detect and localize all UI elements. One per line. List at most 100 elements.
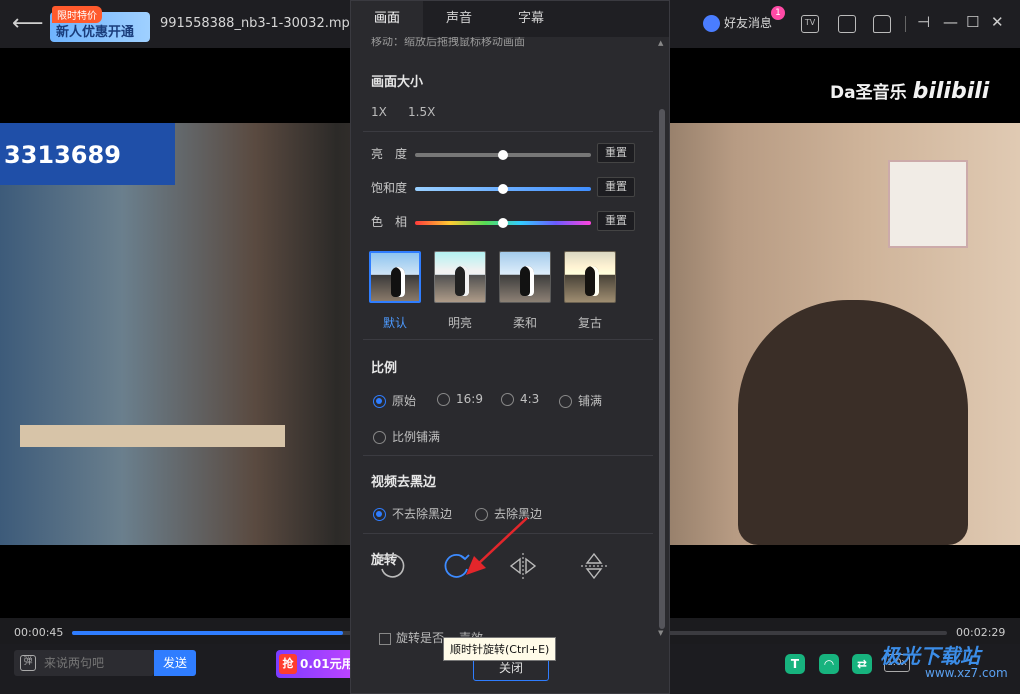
hue-knob[interactable] [498, 218, 508, 228]
site-watermark-url: www.xz7.com [925, 666, 1008, 680]
tv-cast-icon[interactable]: TV [801, 15, 819, 33]
video-sign: 3313689 [0, 123, 175, 185]
lock-icon[interactable] [873, 15, 891, 33]
ratio-4-3[interactable]: 4:3 [501, 392, 539, 406]
watermark-text: Da圣音乐 [830, 83, 907, 103]
rotate-tooltip: 顺时针旋转(Ctrl+E) [443, 637, 557, 661]
panel-tabs: 画面 声音 字幕 [351, 1, 669, 37]
filter-bright[interactable]: 明亮 [434, 251, 486, 331]
hue-reset-button[interactable]: 重置 [597, 211, 635, 231]
panel-content: 移动：缩放后拖拽鼠标移动画面 画面大小 1X 1.5X 亮 度 重置 饱和度 重… [351, 37, 669, 637]
chat-bubble-icon [703, 15, 720, 32]
ratio-title: 比例 [371, 361, 398, 376]
maximize-icon[interactable]: ☐ [966, 13, 979, 31]
ratio-fill[interactable]: 铺满 [559, 392, 602, 409]
tab-picture[interactable]: 画面 [351, 1, 423, 37]
rotate-counterclockwise-icon[interactable] [375, 549, 409, 583]
saturation-label: 饱和度 [371, 181, 408, 195]
pan-hint-text: 移动：缩放后拖拽鼠标移动画面 [371, 37, 525, 48]
scroll-up-icon[interactable]: ▲ [658, 39, 663, 47]
scroll-thumb[interactable] [659, 109, 665, 629]
cloud-icon[interactable]: ◠ [819, 654, 839, 674]
video-table [20, 425, 285, 447]
filter-retro[interactable]: 复古 [564, 251, 616, 331]
divider [363, 533, 653, 534]
radio-label: 不去除黑边 [392, 507, 453, 521]
text-tool-icon[interactable]: T [785, 654, 805, 674]
divider [905, 16, 906, 32]
ratio-16-9[interactable]: 16:9 [437, 392, 483, 406]
radio-dot [437, 393, 450, 406]
send-button[interactable]: 发送 [154, 650, 196, 676]
back-arrow-icon[interactable]: ⟵ [12, 12, 44, 36]
current-time: 00:00:45 [14, 626, 64, 639]
filter-soft[interactable]: 柔和 [499, 251, 551, 331]
settings-panel: 画面 声音 字幕 移动：缩放后拖拽鼠标移动画面 画面大小 1X 1.5X 亮 度… [350, 0, 670, 694]
progress-fill [72, 631, 344, 635]
transfer-icon[interactable]: ⇄ [852, 654, 872, 674]
brightness-reset-button[interactable]: 重置 [597, 143, 635, 163]
video-poster [888, 160, 968, 248]
video-person [738, 300, 968, 545]
deal-button[interactable]: 抢 0.01元用 [276, 650, 356, 678]
filter-default[interactable]: 默认 [369, 251, 421, 331]
filter-name: 默认 [382, 316, 407, 330]
hue-slider[interactable] [415, 218, 591, 228]
brightness-knob[interactable] [498, 150, 508, 160]
size-option-1x[interactable]: 1X [371, 105, 387, 119]
radio-label: 16:9 [456, 392, 483, 406]
ratio-original[interactable]: 原始 [373, 392, 416, 409]
friend-messages-button[interactable]: 好友消息 [703, 14, 772, 32]
filter-thumbnail [369, 251, 421, 303]
rotate-clockwise-icon[interactable] [440, 549, 474, 583]
flip-horizontal-icon[interactable] [506, 549, 540, 583]
danmaku-box: 弹 [14, 650, 154, 676]
tab-sound[interactable]: 声音 [423, 1, 495, 37]
ratio-proportional-fill[interactable]: 比例铺满 [373, 428, 440, 445]
checkbox-box [379, 632, 391, 645]
bilibili-logo: bilibili [912, 79, 990, 104]
filter-thumbnail [564, 251, 616, 303]
radio-dot [373, 508, 386, 521]
panel-scrollbar[interactable]: ▲ ▼ [657, 37, 667, 637]
pin-icon[interactable]: ⊣ [917, 13, 930, 31]
picture-in-picture-icon[interactable] [838, 15, 856, 33]
radio-dot [373, 395, 386, 408]
radio-dot [559, 395, 572, 408]
deal-text: 0.01元用 [300, 657, 354, 671]
file-name: 991558388_nb3-1-30032.mp4 [160, 16, 359, 31]
radio-label: 比例铺满 [392, 430, 441, 444]
filter-name: 明亮 [447, 316, 472, 330]
saturation-slider[interactable] [415, 184, 591, 194]
filter-thumbnail [434, 251, 486, 303]
radio-dot [501, 393, 514, 406]
total-time: 00:02:29 [956, 626, 1006, 639]
saturation-reset-button[interactable]: 重置 [597, 177, 635, 197]
brightness-label: 亮 度 [371, 147, 408, 161]
radio-dot [373, 431, 386, 444]
danmaku-input[interactable] [44, 653, 150, 673]
radio-label: 铺满 [578, 394, 603, 408]
radio-label: 去除黑边 [494, 507, 543, 521]
radio-dot [475, 508, 488, 521]
message-count-badge: 1 [771, 6, 785, 20]
danmaku-icon[interactable]: 弹 [20, 655, 36, 671]
radio-label: 原始 [392, 394, 417, 408]
divider [363, 131, 653, 132]
remove-black-edge[interactable]: 去除黑边 [475, 505, 542, 522]
size-option-1-5x[interactable]: 1.5X [408, 105, 435, 119]
sign-number: 3313689 [4, 141, 121, 169]
scroll-down-icon[interactable]: ▼ [658, 629, 663, 637]
saturation-knob[interactable] [498, 184, 508, 194]
tab-subtitle[interactable]: 字幕 [495, 1, 567, 37]
friend-messages-label: 好友消息 [724, 16, 773, 30]
close-window-icon[interactable]: ✕ [991, 13, 1004, 31]
vip-promo-button[interactable]: 限时特价 新人优惠开通 [50, 6, 150, 42]
filter-thumbnail [499, 251, 551, 303]
brightness-slider[interactable] [415, 150, 591, 160]
keep-black-edge[interactable]: 不去除黑边 [373, 505, 452, 522]
flip-vertical-icon[interactable] [577, 549, 611, 583]
divider [363, 339, 653, 340]
divider [363, 455, 653, 456]
minimize-icon[interactable]: — [943, 13, 958, 31]
